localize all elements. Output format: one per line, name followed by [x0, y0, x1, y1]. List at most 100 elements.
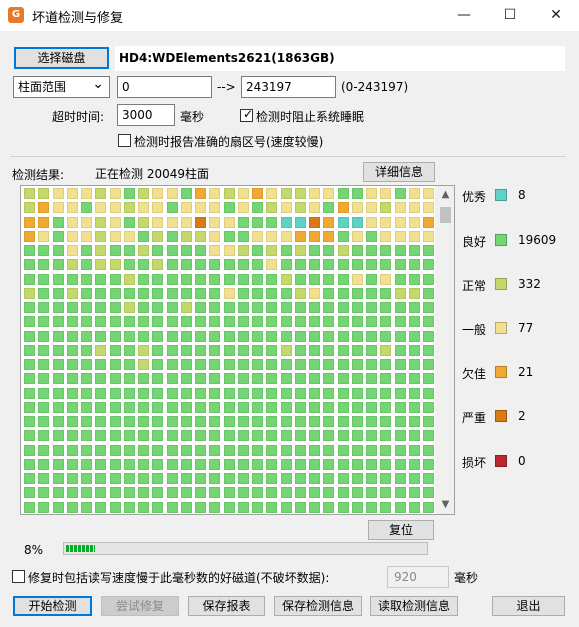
- cylinder-cell: [294, 416, 306, 427]
- cylinder-cell: [38, 287, 50, 299]
- cylinder-cell: [294, 373, 306, 385]
- cylinder-cell: [337, 401, 349, 413]
- cylinder-cell: [380, 188, 392, 199]
- cylinder-cell: [109, 259, 121, 271]
- reset-button[interactable]: 复位: [368, 520, 434, 540]
- cylinder-cell: [252, 316, 263, 328]
- legend-label: 严重: [462, 411, 487, 425]
- cylinder-cell: [138, 202, 149, 214]
- cylinder-cell: [394, 330, 406, 342]
- cylinder-cell: [323, 458, 335, 470]
- report-sector-checkbox[interactable]: [118, 134, 131, 147]
- cylinder-cell: [366, 259, 377, 271]
- cylinder-cell: [337, 487, 349, 499]
- legend-swatch: [495, 410, 507, 422]
- cylinder-cell: [366, 216, 377, 228]
- scroll-up-icon[interactable]: ▲: [437, 186, 454, 204]
- cylinder-cell: [351, 273, 363, 285]
- cylinder-cell: [366, 273, 377, 285]
- cylinder-cell: [237, 316, 249, 328]
- cylinder-cell: [81, 501, 92, 513]
- cylinder-cell: [309, 401, 320, 413]
- cylinder-cell: [109, 188, 121, 199]
- timeout-input[interactable]: 3000: [117, 104, 175, 126]
- range-end-input[interactable]: 243197: [241, 76, 336, 98]
- cylinder-cell: [366, 316, 377, 328]
- cylinder-cell: [138, 245, 149, 256]
- cylinder-cell: [166, 501, 178, 513]
- cylinder-cell: [223, 259, 235, 271]
- cylinder-cell: [24, 387, 35, 399]
- cylinder-cell: [152, 487, 164, 499]
- cylinder-cell: [52, 473, 64, 484]
- cylinder-cell: [81, 458, 92, 470]
- cylinder-cell: [38, 401, 50, 413]
- cylinder-cell: [109, 487, 121, 499]
- repair-threshold-input[interactable]: 920: [387, 566, 449, 588]
- cylinder-cell: [95, 359, 107, 370]
- cylinder-cell: [294, 359, 306, 370]
- cylinder-cell: [423, 330, 434, 342]
- cylinder-cell: [351, 387, 363, 399]
- save-report-button[interactable]: 保存报表: [188, 596, 265, 616]
- cylinder-cell: [351, 373, 363, 385]
- cylinder-cell: [138, 501, 149, 513]
- legend-count: 21: [518, 365, 534, 379]
- prevent-sleep-label: 检测时阻止系统睡眠: [256, 110, 365, 124]
- cylinder-cell: [152, 188, 164, 199]
- prevent-sleep-checkbox[interactable]: ✓: [240, 107, 253, 122]
- select-disk-button[interactable]: 选择磁盘: [14, 47, 109, 69]
- cylinder-cell: [337, 359, 349, 370]
- cylinder-cell: [309, 188, 320, 199]
- cylinder-cell: [195, 245, 206, 256]
- cylinder-cell: [266, 273, 278, 285]
- range-start-input[interactable]: 0: [117, 76, 212, 98]
- cylinder-cell: [52, 330, 64, 342]
- legend-label: 损坏: [462, 456, 487, 470]
- maximize-button[interactable]: ☐: [487, 0, 533, 31]
- scroll-thumb[interactable]: [440, 207, 451, 223]
- cylinder-cell: [309, 302, 320, 313]
- exit-button[interactable]: 退出: [492, 596, 565, 616]
- cylinder-cell: [394, 216, 406, 228]
- cylinder-cell: [351, 444, 363, 456]
- cylinder-cell: [52, 458, 64, 470]
- repair-slow-checkbox[interactable]: [12, 570, 25, 583]
- cylinder-cell: [95, 473, 107, 484]
- map-scrollbar[interactable]: [437, 186, 454, 514]
- minimize-button[interactable]: —: [441, 0, 487, 31]
- cylinder-cell: [351, 202, 363, 214]
- cylinder-cell: [294, 273, 306, 285]
- cylinder-cell: [95, 230, 107, 242]
- cylinder-cell: [66, 259, 78, 271]
- cylinder-cell: [252, 344, 263, 356]
- cylinder-cell: [252, 330, 263, 342]
- save-scan-info-button[interactable]: 保存检测信息: [274, 596, 362, 616]
- cylinder-cell: [195, 359, 206, 370]
- cylinder-cell: [166, 344, 178, 356]
- start-scan-button[interactable]: 开始检测: [13, 596, 92, 616]
- try-repair-button[interactable]: 尝试修复: [101, 596, 179, 616]
- cylinder-cell: [166, 188, 178, 199]
- cylinder-cell: [180, 259, 192, 271]
- cylinder-cell: [38, 359, 50, 370]
- cylinder-cell: [337, 458, 349, 470]
- close-button[interactable]: ✕: [533, 0, 579, 31]
- cylinder-cell: [394, 359, 406, 370]
- cylinder-cell: [294, 230, 306, 242]
- cylinder-cell: [38, 387, 50, 399]
- cylinder-cell: [152, 259, 164, 271]
- scroll-down-icon[interactable]: ▼: [437, 496, 454, 514]
- cylinder-cell: [209, 344, 221, 356]
- cylinder-cell: [237, 259, 249, 271]
- cylinder-cell: [252, 401, 263, 413]
- cylinder-cell: [138, 273, 149, 285]
- detail-button[interactable]: 详细信息: [363, 162, 435, 182]
- cylinder-cell: [380, 401, 392, 413]
- load-scan-info-button[interactable]: 读取检测信息: [370, 596, 458, 616]
- range-mode-select[interactable]: 柱面范围 ⌄: [13, 76, 110, 98]
- cylinder-cell: [280, 188, 292, 199]
- cylinder-cell: [252, 473, 263, 484]
- cylinder-cell: [38, 458, 50, 470]
- cylinder-cell: [152, 373, 164, 385]
